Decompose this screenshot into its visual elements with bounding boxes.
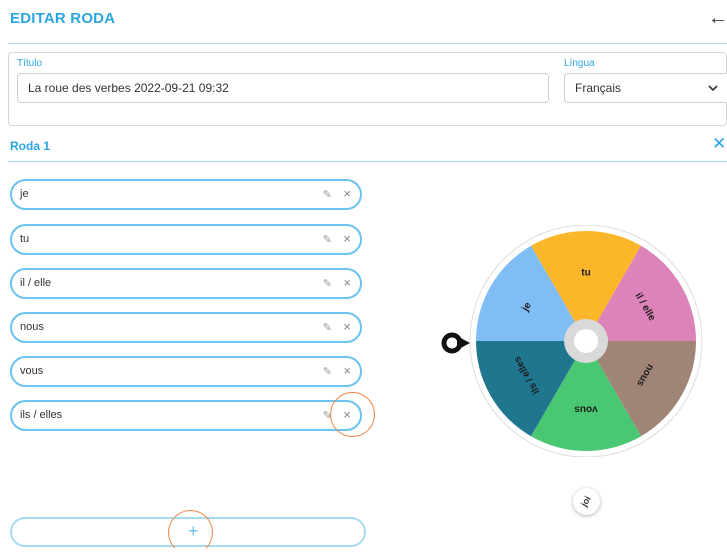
wheel-item-label[interactable]: je bbox=[20, 188, 29, 200]
wheel-item-label[interactable]: il / elle bbox=[20, 277, 51, 289]
wheel-section-title: Roda 1 bbox=[10, 139, 51, 153]
delete-icon[interactable]: × bbox=[343, 186, 351, 201]
pencil-icon[interactable]: ✎ bbox=[323, 277, 332, 290]
arrow-left-icon[interactable]: ← bbox=[708, 8, 727, 28]
pencil-icon[interactable]: ✎ bbox=[323, 233, 332, 246]
delete-icon[interactable]: × bbox=[343, 363, 351, 378]
language-label: Língua bbox=[564, 58, 595, 69]
wheel-item-label[interactable]: vous bbox=[20, 365, 43, 377]
wheel-item[interactable]: tu ✎ × bbox=[10, 224, 362, 255]
wheel-settings-form: Título La roue des verbes 2022-09-21 09:… bbox=[8, 52, 727, 126]
pencil-icon[interactable]: ✎ bbox=[323, 365, 332, 378]
pencil-icon[interactable]: ✎ bbox=[323, 321, 332, 334]
wheel-pointer-tip bbox=[457, 336, 470, 350]
delete-icon[interactable]: × bbox=[343, 319, 351, 334]
language-select[interactable]: Français bbox=[564, 73, 727, 103]
language-select-value: Français bbox=[575, 81, 622, 95]
section-divider bbox=[8, 161, 727, 162]
wheel-item[interactable]: il / elle ✎ × bbox=[10, 268, 362, 299]
chevron-down-icon bbox=[708, 85, 718, 92]
delete-highlight-circle bbox=[330, 392, 375, 437]
spin-button[interactable]: joi bbox=[573, 488, 600, 515]
wheel-segment-label: vous bbox=[574, 404, 598, 415]
add-highlight-circle bbox=[168, 510, 213, 555]
page-title: EDITAR RODA bbox=[10, 10, 116, 27]
delete-icon[interactable]: × bbox=[343, 275, 351, 290]
title-label: Título bbox=[17, 58, 43, 69]
wheel-item-label[interactable]: nous bbox=[20, 321, 44, 333]
wheel-item-label[interactable]: ils / elles bbox=[20, 409, 62, 421]
wheel-hub-center bbox=[574, 329, 598, 353]
delete-icon[interactable]: × bbox=[343, 231, 351, 246]
title-input[interactable]: La roue des verbes 2022-09-21 09:32 bbox=[17, 73, 549, 103]
wheel-segment-label: tu bbox=[581, 267, 590, 278]
wheel-item[interactable]: vous ✎ × bbox=[10, 356, 362, 387]
wheel-item[interactable]: nous ✎ × bbox=[10, 312, 362, 343]
header-divider bbox=[8, 43, 727, 44]
wheel-item-label[interactable]: tu bbox=[20, 233, 29, 245]
pencil-icon[interactable]: ✎ bbox=[323, 188, 332, 201]
wheel-item[interactable]: ils / elles ✎ × bbox=[10, 400, 362, 431]
spin-wheel[interactable]: tuil / ellenousvousils / ellesje bbox=[440, 225, 710, 457]
close-icon[interactable]: ✕ bbox=[712, 134, 726, 154]
wheel-item[interactable]: je ✎ × bbox=[10, 179, 362, 210]
